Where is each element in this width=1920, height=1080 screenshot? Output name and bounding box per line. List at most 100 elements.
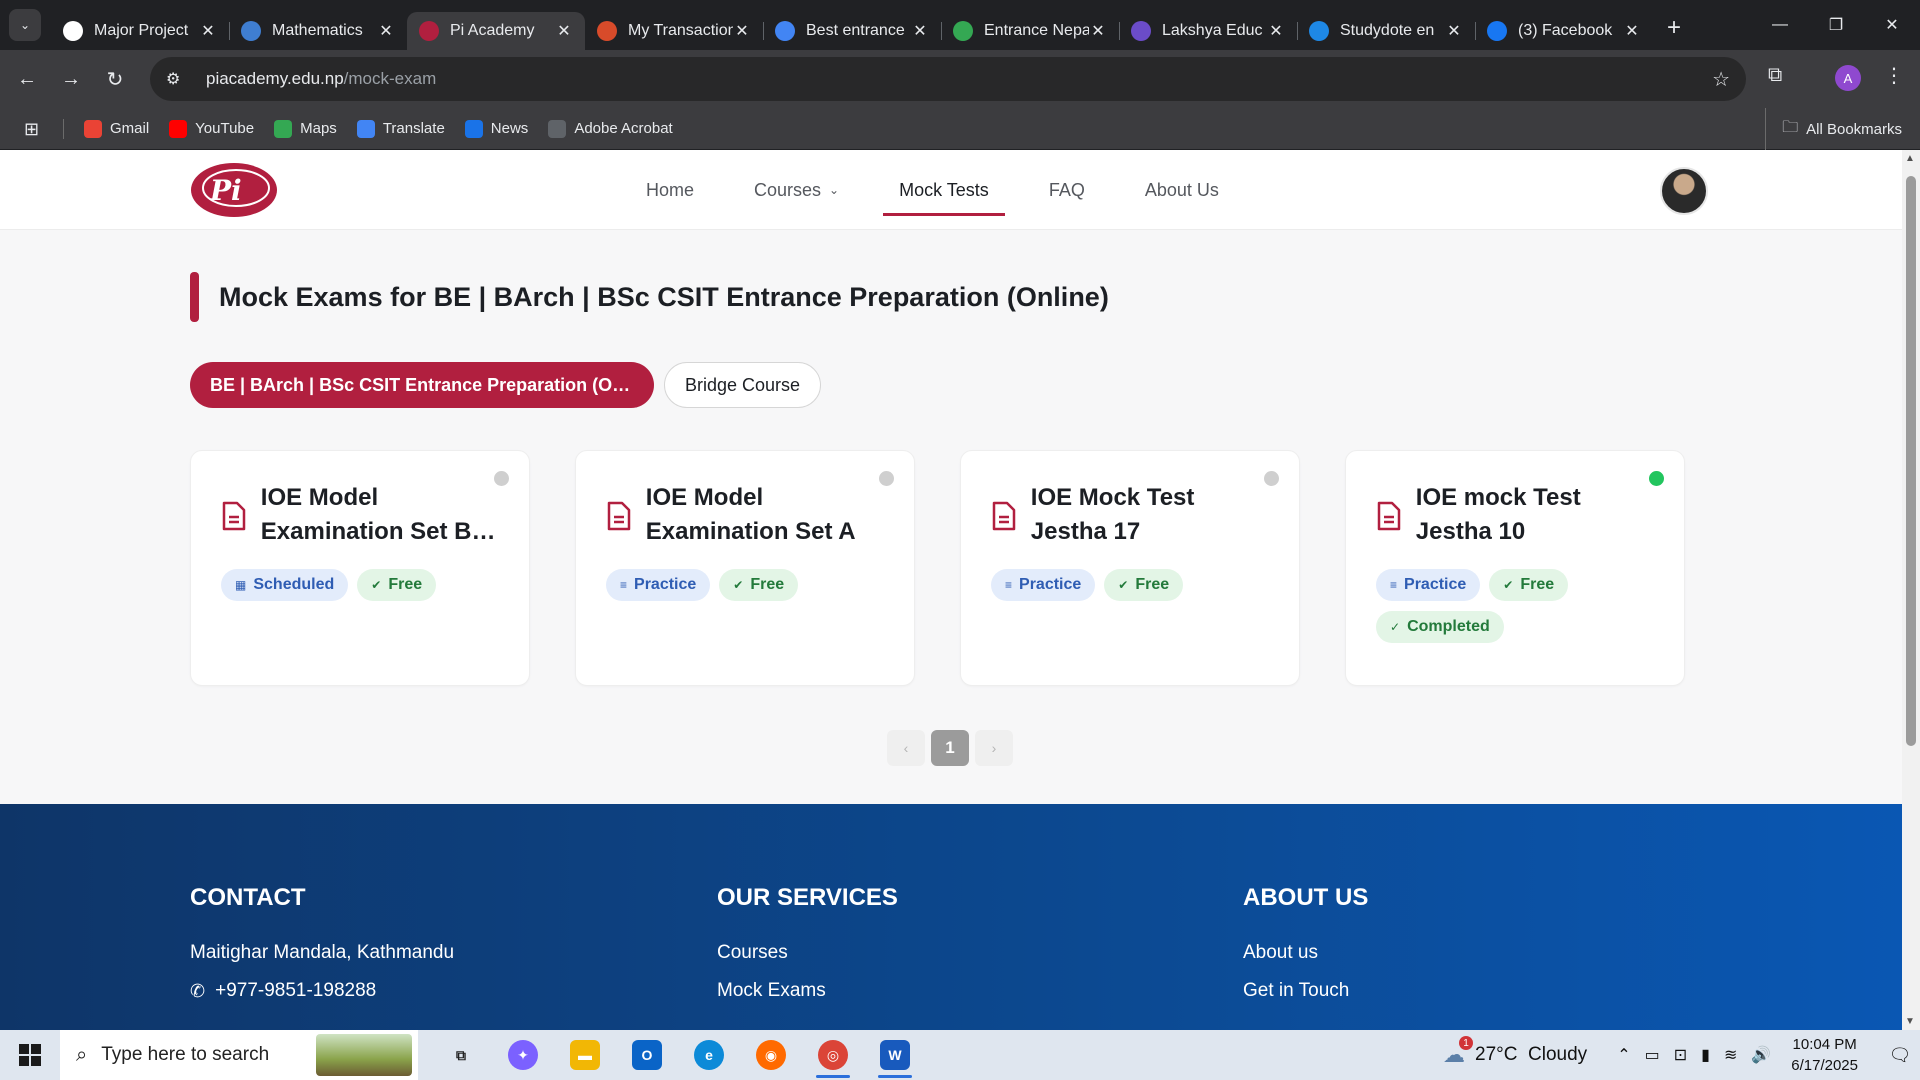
taskbar-app-firefox[interactable]: ◉ [740, 1030, 802, 1080]
taskbar-search-box[interactable]: ⌕ Type here to search [60, 1030, 418, 1080]
page-scrollbar[interactable]: ▲ ▼ [1902, 150, 1920, 1030]
footer-link-get-in-touch[interactable]: Get in Touch [1243, 980, 1368, 1002]
bookmark-item[interactable]: Adobe Acrobat [548, 119, 673, 138]
browser-tab[interactable]: Lakshya Educ ✕ [1119, 12, 1297, 50]
mock-exam-card[interactable]: IOE Model Examination Set B (Practice) ▦ S… [190, 450, 530, 686]
new-tab-button[interactable]: + [1667, 14, 1681, 42]
wifi-icon[interactable]: ≋ [1724, 1045, 1737, 1065]
scrollbar-thumb[interactable] [1906, 176, 1916, 746]
mock-exam-card[interactable]: IOE Model Examination Set A ≡ Practice ✔ Fre… [575, 450, 915, 686]
footer-phone-number: +977-9851-198288 [215, 980, 377, 1001]
pagination-prev-button[interactable]: ‹ [887, 730, 925, 766]
close-tab-icon[interactable]: ✕ [1267, 21, 1285, 41]
mock-exam-card[interactable]: IOE mock Test Jestha 10 ≡ Practice ✔ Free ✓ Co… [1345, 450, 1685, 686]
course-filter-chip[interactable]: Bridge Course [664, 362, 822, 408]
footer-link-mock-exams[interactable]: Mock Exams [717, 980, 898, 1002]
notifications-icon[interactable]: 🗨 [1880, 1045, 1920, 1066]
course-filter-chip[interactable]: BE | BArch | BSc CSIT Entrance Preparati… [190, 362, 654, 408]
scroll-down-arrow-icon[interactable]: ▼ [1905, 1016, 1915, 1027]
weather-alert-count: 1 [1459, 1036, 1474, 1050]
browser-tab[interactable]: Studydote en ✕ [1297, 12, 1475, 50]
scroll-up-arrow-icon[interactable]: ▲ [1905, 153, 1915, 164]
close-tab-icon[interactable]: ✕ [1089, 21, 1107, 41]
display-icon[interactable]: ⊡ [1674, 1045, 1687, 1065]
browser-tab[interactable]: Pi Academy ✕ [407, 12, 585, 50]
start-button[interactable] [0, 1044, 60, 1066]
volume-icon[interactable]: 🔊 [1751, 1045, 1771, 1065]
pagination: ‹ 1 › [887, 730, 1019, 766]
reload-button[interactable]: ↻ [93, 67, 137, 92]
address-bar[interactable]: ⚙ piacademy.edu.np/mock-exam ☆ [150, 57, 1746, 101]
firefox-icon: ◉ [756, 1040, 786, 1070]
close-tab-icon[interactable]: ✕ [1445, 21, 1463, 41]
browser-tab[interactable]: Entrance Nepal ✕ [941, 12, 1119, 50]
check-icon: ✓ [1390, 620, 1401, 634]
badge-label: Free [388, 576, 423, 593]
close-tab-icon[interactable]: ✕ [377, 21, 395, 41]
minimize-icon[interactable]: — [1752, 0, 1808, 50]
footer-contact: CONTACT Maitighar Mandala, Kathmandu ✆ +9… [190, 884, 454, 1018]
extensions-icon[interactable]: ⧉ [1768, 64, 1782, 87]
meet-icon[interactable]: ▭ [1645, 1045, 1660, 1065]
bookmark-item[interactable]: Translate [356, 119, 445, 138]
back-button[interactable]: ← [5, 68, 49, 91]
taskbar-app-outlook[interactable]: O [616, 1030, 678, 1080]
user-avatar[interactable] [1660, 167, 1708, 215]
close-window-icon[interactable]: ✕ [1864, 0, 1920, 50]
footer-link-courses[interactable]: Courses [717, 942, 898, 964]
pi-academy-icon [419, 21, 439, 41]
practice-badge: ≡ Practice [991, 569, 1096, 601]
bookmark-item[interactable]: News [464, 119, 528, 138]
taskbar-app-task-view[interactable]: ⧉ [430, 1030, 492, 1080]
site-info-icon[interactable]: ⚙ [166, 69, 188, 89]
footer-phone[interactable]: ✆ +977-9851-198288 [190, 980, 454, 1002]
card-header: IOE Model Examination Set B (Practice) [221, 481, 499, 549]
tab-search-button[interactable]: ⌄ [9, 9, 41, 41]
nav-link-about-us[interactable]: About Us [1129, 150, 1235, 230]
all-bookmarks-button[interactable]: 🗀 All Bookmarks [1765, 108, 1902, 150]
pagination-next-button[interactable]: › [975, 730, 1013, 766]
bookmark-item[interactable]: Maps [274, 119, 337, 138]
nav-link-courses[interactable]: Courses ⌄ [738, 150, 855, 230]
card-title: IOE Model Examination Set A [645, 484, 856, 545]
show-hidden-icons-chevron-icon[interactable]: ⌃ [1617, 1045, 1630, 1065]
pagination-page-current[interactable]: 1 [931, 730, 969, 766]
weather-widget[interactable]: ☁ 1 27°C Cloudy [1443, 1036, 1587, 1068]
clock[interactable]: 10:04 PM 6/17/2025 [1791, 1034, 1858, 1076]
browser-tab[interactable]: Best entrance ✕ [763, 12, 941, 50]
openai-icon [63, 21, 83, 41]
battery-icon[interactable]: ▮ [1701, 1045, 1710, 1065]
bookmark-list: Gmail YouTube Maps Translate News Adobe Acrob… [64, 119, 673, 138]
close-tab-icon[interactable]: ✕ [199, 21, 217, 41]
badge-label: Free [1520, 576, 1555, 593]
mock-exam-card[interactable]: IOE Mock Test Jestha 17 ≡ Practice ✔ Free [960, 450, 1300, 686]
taskbar-app-chrome[interactable]: ◎ [802, 1030, 864, 1080]
bookmark-star-icon[interactable]: ☆ [1712, 67, 1730, 92]
close-tab-icon[interactable]: ✕ [733, 21, 751, 41]
pi-academy-logo[interactable]: Pi [190, 162, 278, 218]
close-tab-icon[interactable]: ✕ [555, 21, 573, 41]
browser-tab[interactable]: My Transactions ✕ [585, 12, 763, 50]
bookmark-item[interactable]: Gmail [84, 119, 149, 138]
bookmark-item[interactable]: YouTube [169, 119, 254, 138]
footer-link-about-us[interactable]: About us [1243, 942, 1368, 964]
taskbar-app-edge[interactable]: e [678, 1030, 740, 1080]
browser-tab[interactable]: Major Project ✕ [51, 12, 229, 50]
taskbar-app-file-explorer[interactable]: ▬ [554, 1030, 616, 1080]
nav-link-faq[interactable]: FAQ [1033, 150, 1101, 230]
browser-menu-icon[interactable]: ⋮ [1884, 63, 1904, 88]
browser-tab[interactable]: (3) Facebook ✕ [1475, 12, 1653, 50]
cloud-icon: ☁ 1 [1443, 1036, 1474, 1068]
profile-avatar[interactable]: A [1835, 65, 1861, 91]
restore-icon[interactable]: ❐ [1808, 0, 1864, 50]
nav-link-home[interactable]: Home [630, 150, 710, 230]
nav-link-mock-tests[interactable]: Mock Tests [883, 150, 1005, 230]
taskbar-app-word[interactable]: W [864, 1030, 926, 1080]
close-tab-icon[interactable]: ✕ [911, 21, 929, 41]
forward-button[interactable]: → [49, 68, 93, 91]
apps-grid-icon[interactable]: ⊞ [0, 118, 64, 139]
taskbar-app-copilot[interactable]: ✦ [492, 1030, 554, 1080]
close-tab-icon[interactable]: ✕ [1623, 21, 1641, 41]
browser-tab[interactable]: Mathematics ✕ [229, 12, 407, 50]
nav-link-label: FAQ [1048, 179, 1085, 200]
